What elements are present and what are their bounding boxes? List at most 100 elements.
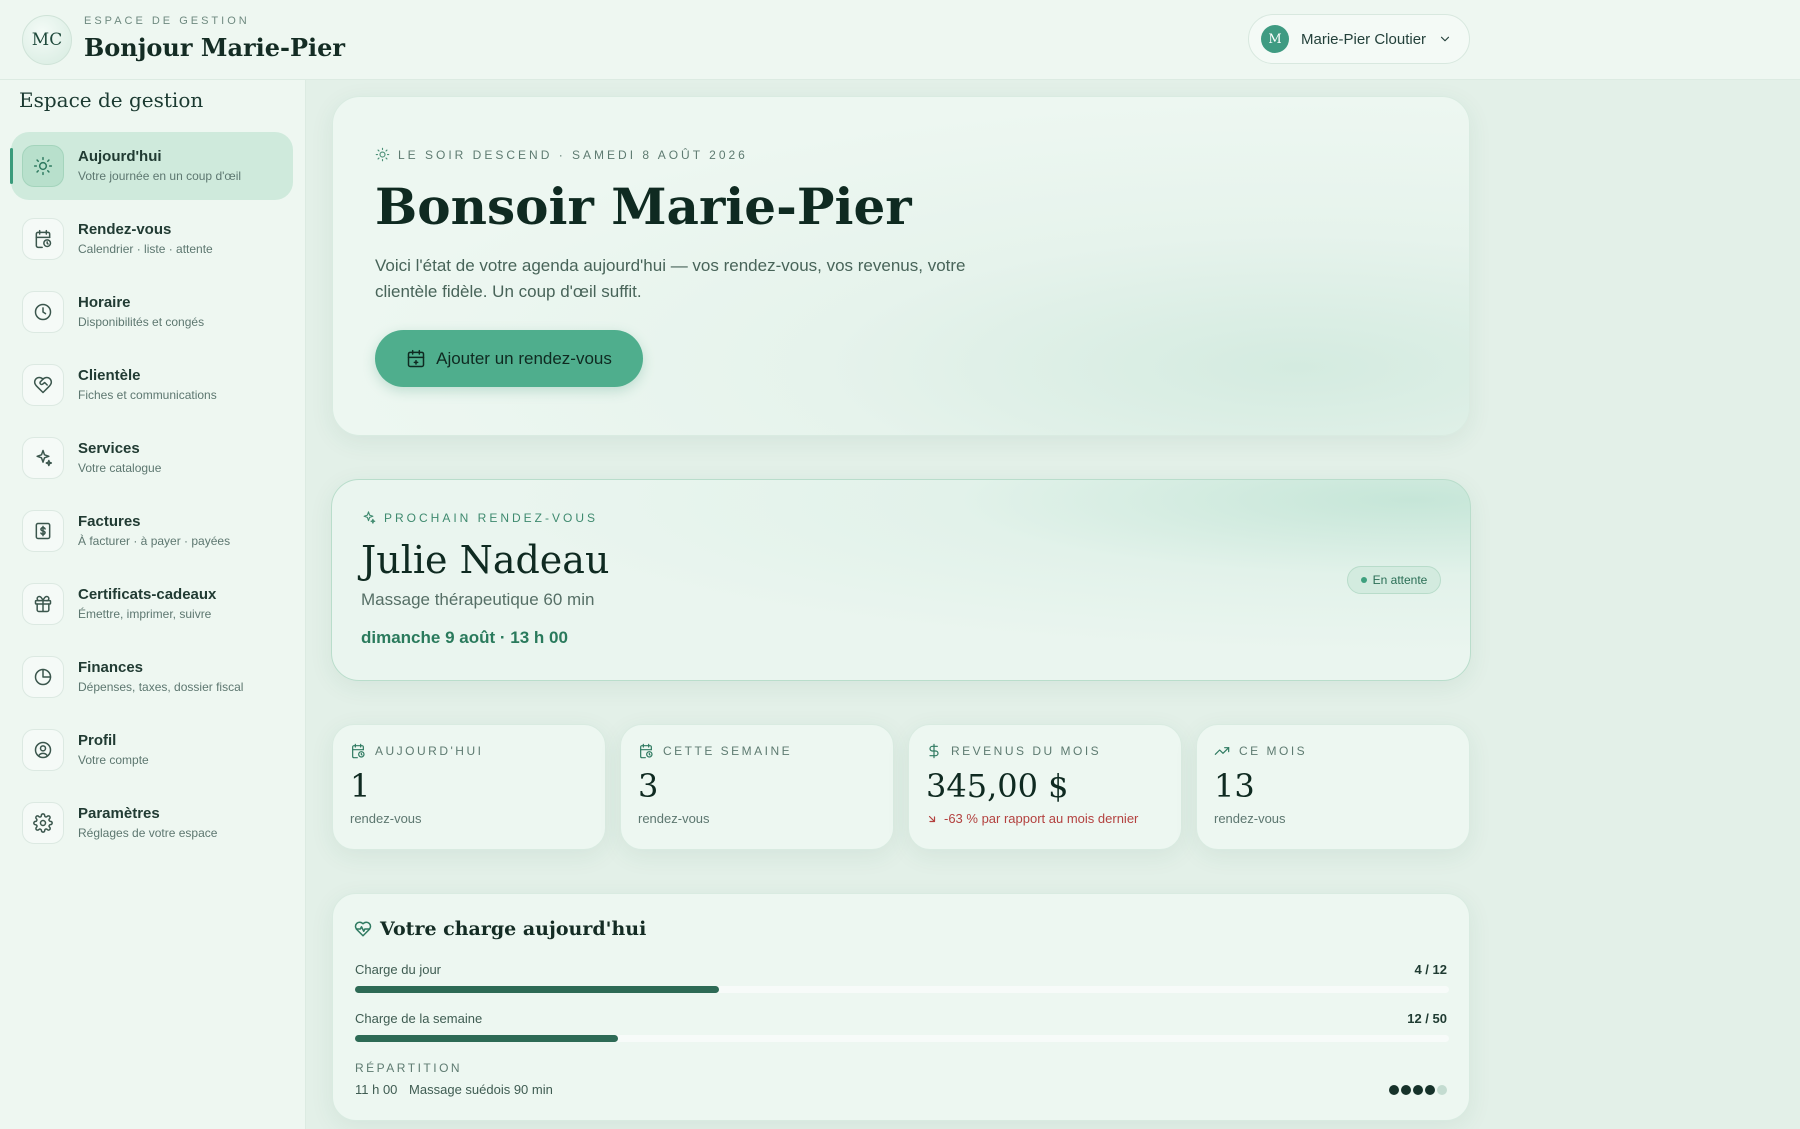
sidebar-item-sub: À facturer · à payer · payées [78,534,231,548]
sidebar-item-sub: Fiches et communications [78,388,217,402]
receipt-dollar-icon [22,510,64,552]
sidebar-item-certificats-cadeaux[interactable]: Certificats-cadeaux Émettre, imprimer, s… [11,570,293,638]
status-dot [1360,577,1367,583]
stat-label: CE MOIS [1239,744,1308,758]
intensity-dot [1425,1085,1435,1095]
calendar-clock-icon [640,743,653,759]
sidebar-item-factures[interactable]: Factures À facturer · à payer · payées [11,497,293,565]
sidebar-item-label: Paramètres [78,805,160,822]
hero-title: Bonsoir Marie-Pier [375,177,912,236]
stat-header: AUJOURD'HUI [350,743,483,759]
dollar-icon [929,743,939,759]
stat-label: CETTE SEMAINE [663,744,793,758]
sidebar-title: Espace de gestion [19,88,204,112]
gear-icon [22,802,64,844]
intensity-dot [1413,1085,1423,1095]
stat-card-week: CETTE SEMAINE 3 rendez-vous [620,724,894,850]
stat-value: 1 [350,767,371,805]
breakdown-title: RÉPARTITION [355,1061,463,1075]
sidebar-item-services[interactable]: Services Votre catalogue [11,424,293,492]
load-title: Votre charge aujourd'hui [354,918,646,940]
sparkles-icon [363,511,376,524]
top-bar: MC ESPACE DE GESTION Bonjour Marie-Pier … [0,0,1800,80]
stat-header: CE MOIS [1214,743,1307,759]
sidebar-item-sub: Votre journée en un coup d'œil [78,169,242,183]
sidebar-item-label: Finances [78,659,144,676]
sun-icon [22,145,64,187]
stat-value: 345,00 $ [926,767,1069,805]
sidebar-item-label: Certificats-cadeaux [78,586,217,603]
user-circle-icon [22,729,64,771]
user-name: Marie-Pier Cloutier [1301,30,1427,48]
stat-sub: rendez-vous [638,811,710,826]
calendar-clock-icon [352,743,365,759]
stat-sub: rendez-vous [350,811,422,826]
calendar-clock-icon [22,218,64,260]
sidebar-item-sub: Votre catalogue [78,461,162,475]
user-avatar: M [1261,25,1289,53]
stat-value: 3 [638,767,659,805]
calendar-plus-icon [407,349,425,367]
sparkles-icon [22,437,64,479]
stat-sub: rendez-vous [1214,811,1286,826]
user-menu-button[interactable]: M Marie-Pier Cloutier [1248,14,1470,64]
sidebar: Espace de gestion Aujourd'hui Votre jour… [0,80,306,1129]
brand-eyebrow: ESPACE DE GESTION [84,15,250,27]
hero-eyebrow: LE SOIR DESCEND · SAMEDI 8 AOÛT 2026 [375,147,748,162]
service-name: Massage thérapeutique 60 min [361,590,595,609]
chevron-down-icon [1440,36,1450,42]
pie-chart-icon [22,656,64,698]
sidebar-item-label: Horaire [78,294,131,311]
sidebar-item-sub: Réglages de votre espace [78,826,218,840]
stat-card-today: AUJOURD'HUI 1 rendez-vous [332,724,606,850]
week-load-count: 12 / 50 [1407,1011,1447,1026]
sidebar-item-profil[interactable]: Profil Votre compte [11,716,293,784]
day-load-count: 4 / 12 [1414,962,1447,977]
trending-up-icon [1214,747,1230,755]
sidebar-item-label: Factures [78,513,141,530]
gift-icon [22,583,64,625]
status-text: En attente [1372,573,1428,587]
sidebar-item-label: Services [78,440,140,457]
breakdown-time: 11 h 00 [355,1082,398,1097]
sidebar-item-aujourdhui[interactable]: Aujourd'hui Votre journée en un coup d'œ… [10,132,293,200]
brand-avatar: MC [22,15,72,65]
arrow-down-right-icon [928,815,936,822]
week-load-label: Charge de la semaine [355,1011,483,1026]
welcome-card: LE SOIR DESCEND · SAMEDI 8 AOÛT 2026 Bon… [332,96,1470,436]
sidebar-item-horaire[interactable]: Horaire Disponibilités et congés [11,278,293,346]
week-load-fill [355,1035,618,1042]
stat-label: AUJOURD'HUI [375,744,484,758]
sidebar-item-label: Clientèle [78,367,141,384]
load-card: Votre charge aujourd'hui Charge du jour … [332,893,1470,1121]
add-appointment-button[interactable]: Ajouter un rendez-vous [375,330,643,387]
sidebar-item-parametres[interactable]: Paramètres Réglages de votre espace [11,789,293,857]
sidebar-item-finances[interactable]: Finances Dépenses, taxes, dossier fiscal [11,643,293,711]
hero-eyebrow-text: LE SOIR DESCEND · SAMEDI 8 AOÛT 2026 [398,147,748,162]
sidebar-item-clientele[interactable]: Clientèle Fiches et communications [11,351,293,419]
sidebar-item-sub: Disponibilités et congés [78,315,205,329]
sidebar-item-sub: Calendrier · liste · attente [78,242,213,256]
sun-icon [375,147,390,162]
stat-trend-text: -63 % par rapport au mois dernier [944,811,1139,826]
breakdown-row: 11 h 00 Massage suédois 90 min [355,1082,553,1097]
sidebar-item-label: Rendez-vous [78,221,172,238]
stat-value: 13 [1214,767,1255,805]
load-title-text: Votre charge aujourd'hui [380,918,647,940]
day-load-label: Charge du jour [355,962,441,977]
sidebar-item-rendez-vous[interactable]: Rendez-vous Calendrier · liste · attente [11,205,293,273]
sidebar-item-label: Profil [78,732,117,749]
intensity-dot [1389,1085,1399,1095]
stat-header: CETTE SEMAINE [638,743,792,759]
breakdown-service: Massage suédois 90 min [409,1082,553,1097]
day-load-track [355,986,1449,993]
next-appointment-card[interactable]: PROCHAIN RENDEZ-VOUS Julie Nadeau Massag… [331,479,1471,681]
appointment-datetime: dimanche 9 août · 13 h 00 [361,628,568,647]
stat-trend: -63 % par rapport au mois dernier [926,811,1138,826]
greeting-title: Bonjour Marie-Pier [84,33,346,62]
day-load-fill [355,986,720,993]
status-badge: En attente [1347,566,1441,594]
add-appointment-label: Ajouter un rendez-vous [436,348,612,368]
week-load-track [355,1035,1449,1042]
sidebar-item-sub: Dépenses, taxes, dossier fiscal [78,680,244,694]
